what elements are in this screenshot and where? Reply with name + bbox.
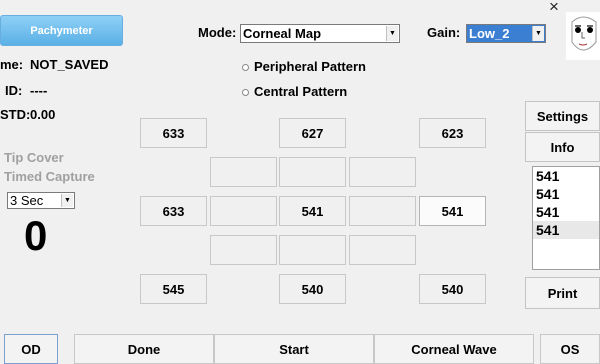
grid-cell[interactable]: 541	[279, 196, 346, 226]
od-button[interactable]: OD	[4, 334, 58, 364]
list-item[interactable]: 541	[533, 221, 599, 239]
list-item[interactable]: 541	[533, 167, 599, 185]
grid-cell[interactable]	[279, 235, 346, 265]
grid-cell[interactable]	[349, 235, 416, 265]
tip-cover-option[interactable]: Tip Cover	[4, 150, 64, 165]
capture-delay-select[interactable]: 3 Sec ▼	[7, 192, 75, 209]
close-icon[interactable]: ×	[549, 0, 559, 17]
pachymeter-button[interactable]: Pachymeter	[0, 15, 123, 46]
info-button-label: Info	[550, 139, 575, 155]
settings-button[interactable]: Settings	[525, 101, 600, 131]
grid-cell[interactable]: 541	[419, 196, 486, 226]
settings-button-label: Settings	[536, 108, 589, 124]
readings-list[interactable]: 541 541 541 541	[532, 166, 600, 270]
corneal-wave-button[interactable]: Corneal Wave	[374, 334, 534, 364]
cell-value: 633	[162, 125, 185, 141]
mode-select-value: Corneal Map	[243, 26, 322, 41]
chevron-down-icon: ▼	[532, 26, 544, 41]
start-button-label: Start	[279, 341, 309, 357]
mode-label: Mode:	[198, 25, 237, 40]
std-label: STD:	[0, 107, 31, 122]
print-button[interactable]: Print	[525, 277, 600, 309]
cell-value: 541	[441, 203, 464, 219]
name-value: NOT_SAVED	[30, 57, 109, 72]
capture-delay-value: 3 Sec	[10, 193, 44, 208]
gain-select-value: Low_2	[469, 26, 510, 41]
chevron-down-icon: ▼	[61, 194, 73, 207]
os-button-label: OS	[560, 341, 580, 357]
grid-cell[interactable]	[210, 157, 277, 187]
start-button[interactable]: Start	[214, 334, 374, 364]
cell-value: 545	[162, 281, 185, 297]
timed-capture-option[interactable]: Timed Capture	[4, 169, 95, 184]
gain-label: Gain:	[427, 25, 461, 40]
grid-cell[interactable]	[349, 157, 416, 187]
grid-cell[interactable]: 633	[140, 118, 207, 148]
central-pattern-radio[interactable]	[242, 89, 249, 96]
grid-cell[interactable]	[210, 196, 277, 226]
od-button-label: OD	[21, 341, 41, 357]
cell-value: 623	[441, 125, 464, 141]
chevron-down-icon: ▼	[386, 26, 398, 41]
cell-value: 540	[441, 281, 464, 297]
info-button[interactable]: Info	[525, 132, 600, 162]
grid-cell[interactable]: 540	[279, 274, 346, 304]
grid-cell[interactable]: 623	[419, 118, 486, 148]
gain-select[interactable]: Low_2 ▼	[466, 24, 546, 43]
std-value: 0.00	[30, 107, 56, 122]
cell-value: 540	[301, 281, 324, 297]
peripheral-pattern-radio[interactable]	[242, 64, 249, 71]
os-button[interactable]: OS	[540, 334, 600, 364]
grid-cell[interactable]	[279, 157, 346, 187]
grid-cell[interactable]: 540	[419, 274, 486, 304]
list-item[interactable]: 541	[533, 185, 599, 203]
print-button-label: Print	[547, 285, 578, 301]
id-label: ID:	[5, 83, 23, 98]
list-item[interactable]: 541	[533, 203, 599, 221]
grid-cell[interactable]	[349, 196, 416, 226]
id-value: ----	[30, 83, 48, 98]
grid-cell[interactable]: 627	[279, 118, 346, 148]
done-button-label: Done	[127, 341, 161, 357]
face-avatar	[566, 12, 600, 60]
cell-value: 633	[162, 203, 185, 219]
corneal-wave-button-label: Corneal Wave	[411, 341, 497, 357]
central-pattern-label[interactable]: Central Pattern	[254, 84, 347, 99]
mode-select[interactable]: Corneal Map ▼	[240, 24, 400, 43]
capture-count: 0	[24, 212, 48, 259]
done-button[interactable]: Done	[74, 334, 214, 364]
cell-value: 541	[301, 203, 324, 219]
peripheral-pattern-label[interactable]: Peripheral Pattern	[254, 59, 366, 74]
pachymeter-button-label: Pachymeter	[30, 24, 93, 37]
name-label: me:	[0, 57, 24, 72]
grid-cell[interactable]	[210, 235, 277, 265]
cell-value: 627	[301, 125, 324, 141]
grid-cell[interactable]: 633	[140, 196, 207, 226]
grid-cell[interactable]: 545	[140, 274, 207, 304]
